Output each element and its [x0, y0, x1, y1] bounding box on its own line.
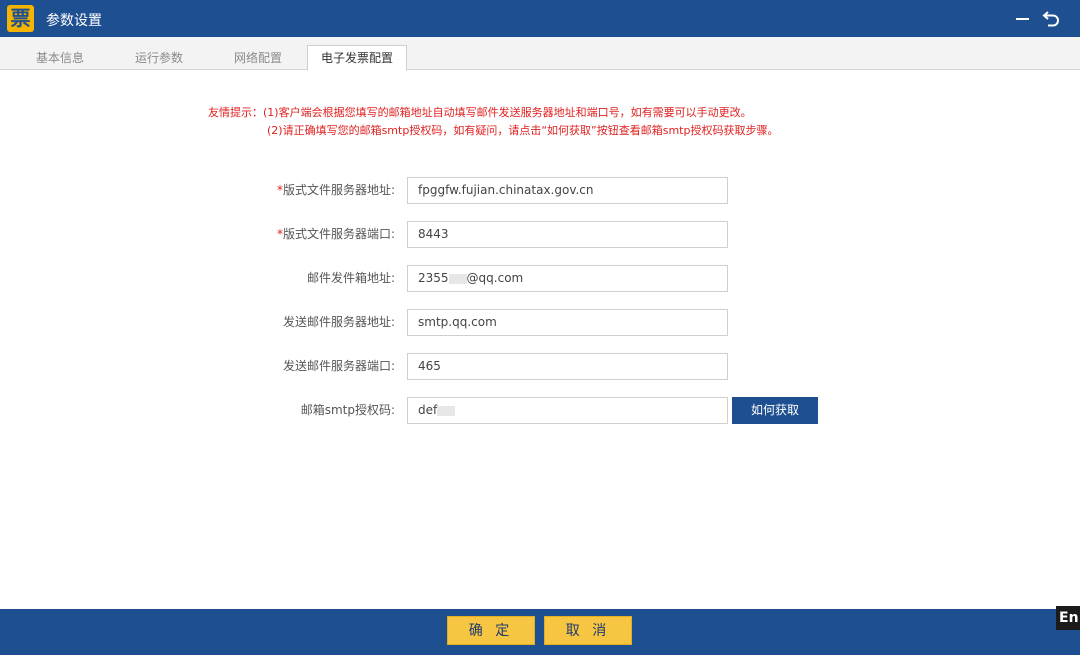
- label-smtp-auth-code: 邮箱smtp授权码:: [300, 403, 395, 417]
- tab-run-params[interactable]: 运行参数: [135, 46, 183, 70]
- window-title: 参数设置: [46, 13, 102, 29]
- redacted-block: [448, 273, 467, 284]
- footer-bar: 确 定 取 消: [0, 609, 1080, 655]
- layout-server-address-input[interactable]: fpggfw.fujian.chinatax.gov.cn: [407, 177, 728, 204]
- how-to-get-button[interactable]: 如何获取: [732, 397, 818, 424]
- hint-line-2: (2)请正确填写您的邮箱smtp授权码，如有疑问，请点击“如何获取”按钮查看邮箱…: [267, 124, 779, 137]
- redacted-block: [437, 405, 456, 416]
- label-sender-email: 邮件发件箱地址:: [306, 271, 395, 285]
- cancel-button[interactable]: 取 消: [544, 616, 632, 645]
- smtp-server-address-input[interactable]: smtp.qq.com: [407, 309, 728, 336]
- confirm-button[interactable]: 确 定: [447, 616, 535, 645]
- layout-server-port-input[interactable]: 8443: [407, 221, 728, 248]
- smtp-server-port-input[interactable]: 465: [407, 353, 728, 380]
- app-logo: 票: [7, 5, 34, 32]
- label-smtp-server-address: 发送邮件服务器地址:: [282, 315, 395, 329]
- hint-line-1: 友情提示：(1)客户端会根据您填写的邮箱地址自动填写邮件发送服务器地址和端口号，…: [208, 106, 752, 119]
- smtp-auth-code-input[interactable]: def: [407, 397, 728, 424]
- label-smtp-server-port: 发送邮件服务器端口:: [282, 359, 395, 373]
- label-layout-server-port: *版式文件服务器端口:: [276, 227, 395, 241]
- undo-arrow-icon[interactable]: [1040, 6, 1064, 30]
- tab-bar: 基本信息 运行参数 网络配置 电子发票配置: [0, 37, 1080, 71]
- tab-network-config[interactable]: 网络配置: [234, 46, 282, 70]
- tab-einvoice-config[interactable]: 电子发票配置: [307, 45, 408, 71]
- ime-indicator[interactable]: En: [1056, 606, 1080, 630]
- sender-email-input[interactable]: 2355 @qq.com: [407, 265, 728, 292]
- label-layout-server-address: *版式文件服务器地址:: [276, 183, 395, 197]
- title-bar: 票 参数设置: [0, 0, 1080, 37]
- minimize-icon[interactable]: [1012, 8, 1032, 28]
- tab-basic-info[interactable]: 基本信息: [36, 46, 84, 70]
